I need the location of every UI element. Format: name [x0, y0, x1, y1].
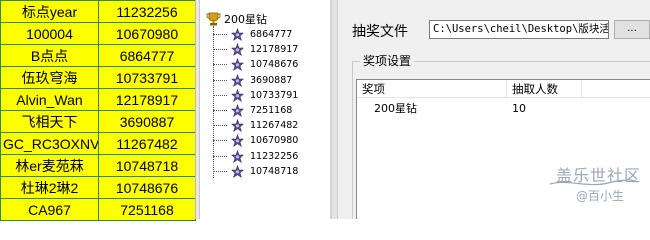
- person-node-icon: [231, 134, 244, 148]
- cell-nickname[interactable]: CA967: [0, 198, 99, 221]
- table-row: 100004 10670980: [0, 22, 196, 45]
- person-node-icon: [231, 43, 244, 57]
- person-node-icon: [231, 164, 244, 178]
- tree-leaf-label: 10733791: [250, 89, 299, 101]
- tree-leaf[interactable]: 7251168: [213, 103, 292, 118]
- tree-branch-line: [213, 49, 227, 51]
- tree-leaf-label: 10748676: [250, 59, 299, 71]
- tree-leaf[interactable]: 10748676: [213, 57, 298, 72]
- tree-leaf[interactable]: 10670980: [213, 133, 298, 148]
- tree-leaf-label: 6864777: [250, 29, 293, 40]
- cell-user-id[interactable]: 11232256: [98, 0, 196, 23]
- tree-branch-line: [213, 94, 227, 96]
- tree-branch-line: [213, 64, 227, 66]
- table-row: 伍玖穹海 10733791: [0, 66, 196, 89]
- tree-leaf-label: 10748718: [250, 165, 299, 177]
- tree-leaf[interactable]: 10733791: [213, 88, 298, 103]
- cell-user-id[interactable]: 7251168: [98, 198, 196, 221]
- table-row: 杜琳2琳2 10748676: [0, 176, 196, 199]
- cell-nickname[interactable]: 伍玖穹海: [0, 66, 99, 89]
- file-path-field[interactable]: C:\Users\cheil\Desktop\版块活: [429, 20, 609, 39]
- cell-nickname[interactable]: 林er麦苑菻: [0, 154, 99, 177]
- tree-leaf[interactable]: 6864777: [213, 27, 292, 42]
- cell-user-id[interactable]: 12178917: [98, 88, 196, 111]
- tree-leaf-label: 10670980: [250, 135, 299, 147]
- cell-user-id[interactable]: 10733791: [98, 66, 196, 89]
- person-node-icon: [231, 73, 244, 87]
- tree-branch-line: [213, 34, 227, 35]
- tree-branch-line: [213, 79, 227, 81]
- tree-root-label: 200星钻: [224, 13, 267, 26]
- person-node-icon: [231, 88, 244, 102]
- table-row: 标点year 11232256: [0, 0, 196, 23]
- spreadsheet-panel: 标点year 11232256 100004 10670980 B点点 6864777 伍玖…: [0, 0, 199, 221]
- trophy-icon: [206, 12, 221, 26]
- tree-leaf[interactable]: 3690887: [213, 73, 292, 88]
- column-header-prize[interactable]: 奖项: [357, 80, 507, 98]
- cell-user-id[interactable]: 10670980: [98, 22, 196, 45]
- person-node-icon: [231, 119, 244, 133]
- tree-leaf-label: 7251168: [250, 105, 293, 116]
- cell-nickname[interactable]: Alvin_Wan: [0, 88, 99, 111]
- table-row: GC_RC3OXNV 11267482: [0, 132, 196, 155]
- table-row: Alvin_Wan 12178917: [0, 88, 196, 111]
- file-label: 抽奖文件: [352, 24, 408, 40]
- cell-nickname[interactable]: GC_RC3OXNV: [0, 132, 99, 155]
- cell-user-id[interactable]: 10748676: [98, 176, 196, 199]
- tree-leaf[interactable]: 10748718: [213, 164, 298, 179]
- person-node-icon: [231, 104, 244, 117]
- prize-row-count[interactable]: 10: [512, 100, 526, 117]
- person-node-icon: [231, 58, 244, 72]
- tree-leaf[interactable]: 11232256: [213, 149, 298, 164]
- tree-leaf[interactable]: 12178917: [213, 42, 298, 57]
- prize-settings-title: 奖项设置: [360, 52, 415, 69]
- tree-branch-line: [213, 170, 227, 172]
- watermark-author: @百小生: [576, 189, 625, 203]
- table-row: 飞相天下 3690887: [0, 110, 196, 133]
- tree-branch-line: [213, 110, 227, 111]
- browse-button[interactable]: ...: [614, 20, 650, 39]
- tree-branch-line: [213, 140, 227, 142]
- table-row: 林er麦苑菻 10748718: [0, 154, 196, 177]
- cell-user-id[interactable]: 10748718: [98, 154, 196, 177]
- cell-user-id[interactable]: 11267482: [98, 132, 196, 155]
- tree-root[interactable]: 200星钻: [206, 11, 267, 27]
- tree-leaf-label: 11267482: [250, 120, 299, 132]
- cell-nickname[interactable]: B点点: [0, 44, 99, 67]
- tree-leaf-label: 12178917: [250, 44, 299, 56]
- tree-branch-line: [213, 125, 227, 127]
- person-node-icon: [231, 28, 244, 41]
- column-header-count[interactable]: 抽取人数: [507, 80, 582, 98]
- cell-nickname[interactable]: 飞相天下: [0, 110, 99, 133]
- tree-leaf-label: 3690887: [250, 74, 293, 86]
- tree-branch-line: [213, 155, 227, 157]
- tree-leaf[interactable]: 11267482: [213, 118, 298, 133]
- tree-leaf-label: 11232256: [250, 150, 299, 162]
- cell-nickname[interactable]: 标点year: [0, 0, 99, 23]
- person-node-icon: [231, 149, 244, 163]
- winner-tree[interactable]: 200星钻 6864777 12178917 10748676 3690887 1073…: [199, 0, 332, 219]
- cell-nickname[interactable]: 100004: [0, 22, 99, 45]
- table-row: CA967 7251168: [0, 198, 196, 221]
- cell-nickname[interactable]: 杜琳2琳2: [0, 176, 99, 199]
- cell-user-id[interactable]: 3690887: [98, 110, 196, 133]
- cell-user-id[interactable]: 6864777: [98, 44, 196, 67]
- prize-row-name[interactable]: 200星钻: [374, 100, 417, 117]
- community-watermark: 盖乐世社区 @百小生: [538, 162, 646, 214]
- table-row: B点点 6864777: [0, 44, 196, 67]
- spreadsheet-table: 标点year 11232256 100004 10670980 B点点 6864777 伍玖…: [0, 0, 196, 221]
- splitter[interactable]: [332, 0, 338, 219]
- prize-list-header: 奖项 抽取人数: [357, 80, 650, 98]
